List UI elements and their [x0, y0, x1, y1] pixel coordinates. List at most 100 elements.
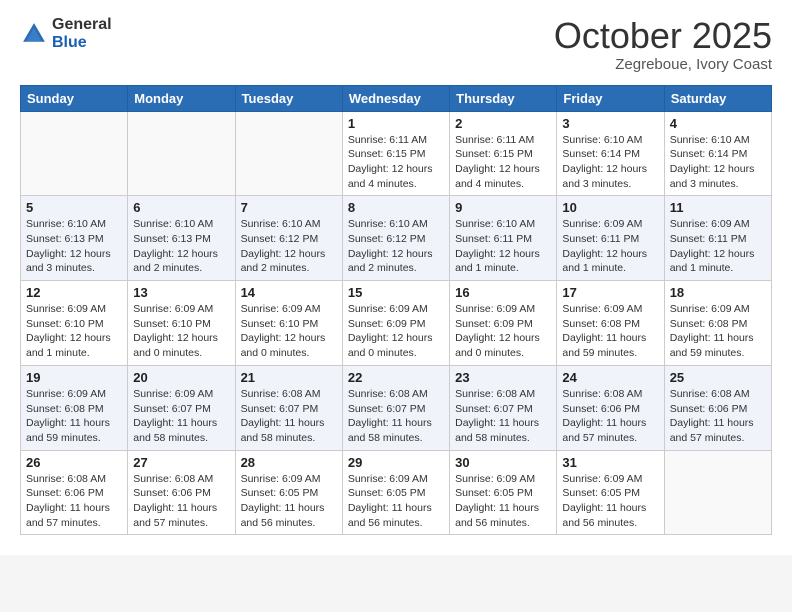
table-row: 13Sunrise: 6:09 AM Sunset: 6:10 PM Dayli…	[128, 281, 235, 366]
table-row: 8Sunrise: 6:10 AM Sunset: 6:12 PM Daylig…	[342, 196, 449, 281]
logo-general-text: General	[52, 16, 112, 34]
header-wednesday: Wednesday	[342, 85, 449, 111]
day-info: Sunrise: 6:08 AM Sunset: 6:06 PM Dayligh…	[562, 387, 658, 446]
table-row: 20 Sunrise: 6:09 AM Sunset: 6:07 PM Dayli…	[128, 365, 235, 450]
day-number: 20	[133, 370, 229, 385]
logo-icon	[20, 20, 48, 48]
day-info: Sunrise: 6:09 AM Sunset: 6:10 PM Dayligh…	[133, 302, 229, 361]
day-number: 19	[26, 370, 122, 385]
day-info: Sunrise: 6:09 AM Sunset: 6:05 PM Dayligh…	[455, 472, 551, 531]
page: General Blue October 2025 Zegreboue, Ivo…	[0, 0, 792, 555]
table-row: 22 Sunrise: 6:08 AM Sunset: 6:07 PM Dayli…	[342, 365, 449, 450]
day-info: Sunrise: 6:10 AM Sunset: 6:11 PM Dayligh…	[455, 217, 551, 276]
day-number: 16	[455, 285, 551, 300]
table-row: 2 Sunrise: 6:11 AM Sunset: 6:15 PM Daylig…	[450, 111, 557, 196]
table-row: 9 Sunrise: 6:10 AM Sunset: 6:11 PM Daylig…	[450, 196, 557, 281]
day-info: Sunrise: 6:09 AM Sunset: 6:11 PM Dayligh…	[562, 217, 658, 276]
day-info: Sunrise: 6:09 AM Sunset: 6:08 PM Dayligh…	[26, 387, 122, 446]
table-row	[664, 450, 771, 535]
location-subtitle: Zegreboue, Ivory Coast	[554, 56, 772, 73]
day-number: 3	[562, 116, 658, 131]
table-row: 31 Sunrise: 6:09 AM Sunset: 6:05 PM Dayli…	[557, 450, 664, 535]
day-info: Sunrise: 6:09 AM Sunset: 6:10 PM Dayligh…	[241, 302, 337, 361]
table-row: 11 Sunrise: 6:09 AM Sunset: 6:11 PM Dayli…	[664, 196, 771, 281]
table-row: 7Sunrise: 6:10 AM Sunset: 6:12 PM Daylig…	[235, 196, 342, 281]
day-info: Sunrise: 6:09 AM Sunset: 6:11 PM Dayligh…	[670, 217, 766, 276]
day-info: Sunrise: 6:08 AM Sunset: 6:06 PM Dayligh…	[670, 387, 766, 446]
header-thursday: Thursday	[450, 85, 557, 111]
calendar-week-row: 19 Sunrise: 6:09 AM Sunset: 6:08 PM Dayli…	[21, 365, 772, 450]
day-info: Sunrise: 6:08 AM Sunset: 6:06 PM Dayligh…	[26, 472, 122, 531]
day-info: Sunrise: 6:09 AM Sunset: 6:05 PM Dayligh…	[241, 472, 337, 531]
month-title: October 2025	[554, 16, 772, 56]
day-info: Sunrise: 6:08 AM Sunset: 6:07 PM Dayligh…	[241, 387, 337, 446]
header-tuesday: Tuesday	[235, 85, 342, 111]
day-number: 18	[670, 285, 766, 300]
table-row: 12Sunrise: 6:09 AM Sunset: 6:10 PM Dayli…	[21, 281, 128, 366]
day-info: Sunrise: 6:09 AM Sunset: 6:08 PM Dayligh…	[670, 302, 766, 361]
table-row: 1 Sunrise: 6:11 AM Sunset: 6:15 PM Daylig…	[342, 111, 449, 196]
day-number: 22	[348, 370, 444, 385]
logo: General Blue	[20, 16, 112, 51]
day-info: Sunrise: 6:08 AM Sunset: 6:06 PM Dayligh…	[133, 472, 229, 531]
table-row: 3Sunrise: 6:10 AM Sunset: 6:14 PM Daylig…	[557, 111, 664, 196]
table-row: 15Sunrise: 6:09 AM Sunset: 6:09 PM Dayli…	[342, 281, 449, 366]
header-friday: Friday	[557, 85, 664, 111]
day-info: Sunrise: 6:09 AM Sunset: 6:08 PM Dayligh…	[562, 302, 658, 361]
day-number: 11	[670, 200, 766, 215]
day-info: Sunrise: 6:11 AM Sunset: 6:15 PM Dayligh…	[455, 133, 551, 192]
table-row: 30 Sunrise: 6:09 AM Sunset: 6:05 PM Dayli…	[450, 450, 557, 535]
day-number: 10	[562, 200, 658, 215]
logo-text: General Blue	[52, 16, 112, 51]
table-row: 19 Sunrise: 6:09 AM Sunset: 6:08 PM Dayli…	[21, 365, 128, 450]
day-info: Sunrise: 6:09 AM Sunset: 6:05 PM Dayligh…	[562, 472, 658, 531]
table-row: 24Sunrise: 6:08 AM Sunset: 6:06 PM Dayli…	[557, 365, 664, 450]
day-info: Sunrise: 6:09 AM Sunset: 6:07 PM Dayligh…	[133, 387, 229, 446]
calendar-week-row: 12Sunrise: 6:09 AM Sunset: 6:10 PM Dayli…	[21, 281, 772, 366]
day-number: 25	[670, 370, 766, 385]
day-number: 31	[562, 455, 658, 470]
day-number: 23	[455, 370, 551, 385]
day-number: 2	[455, 116, 551, 131]
table-row: 27Sunrise: 6:08 AM Sunset: 6:06 PM Dayli…	[128, 450, 235, 535]
day-info: Sunrise: 6:08 AM Sunset: 6:07 PM Dayligh…	[348, 387, 444, 446]
day-info: Sunrise: 6:08 AM Sunset: 6:07 PM Dayligh…	[455, 387, 551, 446]
header-saturday: Saturday	[664, 85, 771, 111]
calendar-week-row: 26 Sunrise: 6:08 AM Sunset: 6:06 PM Dayli…	[21, 450, 772, 535]
day-number: 5	[26, 200, 122, 215]
day-number: 6	[133, 200, 229, 215]
weekday-header-row: Sunday Monday Tuesday Wednesday Thursday…	[21, 85, 772, 111]
table-row: 29Sunrise: 6:09 AM Sunset: 6:05 PM Dayli…	[342, 450, 449, 535]
calendar-week-row: 5 Sunrise: 6:10 AM Sunset: 6:13 PM Daylig…	[21, 196, 772, 281]
day-info: Sunrise: 6:10 AM Sunset: 6:13 PM Dayligh…	[133, 217, 229, 276]
header-monday: Monday	[128, 85, 235, 111]
day-number: 1	[348, 116, 444, 131]
table-row	[128, 111, 235, 196]
day-info: Sunrise: 6:10 AM Sunset: 6:12 PM Dayligh…	[241, 217, 337, 276]
day-number: 26	[26, 455, 122, 470]
calendar: Sunday Monday Tuesday Wednesday Thursday…	[20, 85, 772, 536]
day-info: Sunrise: 6:09 AM Sunset: 6:05 PM Dayligh…	[348, 472, 444, 531]
day-number: 30	[455, 455, 551, 470]
table-row: 26 Sunrise: 6:08 AM Sunset: 6:06 PM Dayli…	[21, 450, 128, 535]
day-info: Sunrise: 6:09 AM Sunset: 6:09 PM Dayligh…	[455, 302, 551, 361]
day-info: Sunrise: 6:09 AM Sunset: 6:10 PM Dayligh…	[26, 302, 122, 361]
day-info: Sunrise: 6:10 AM Sunset: 6:13 PM Dayligh…	[26, 217, 122, 276]
table-row: 18 Sunrise: 6:09 AM Sunset: 6:08 PM Dayli…	[664, 281, 771, 366]
table-row: 17 Sunrise: 6:09 AM Sunset: 6:08 PM Dayli…	[557, 281, 664, 366]
day-info: Sunrise: 6:10 AM Sunset: 6:14 PM Dayligh…	[670, 133, 766, 192]
table-row: 10 Sunrise: 6:09 AM Sunset: 6:11 PM Dayli…	[557, 196, 664, 281]
table-row	[235, 111, 342, 196]
table-row: 5 Sunrise: 6:10 AM Sunset: 6:13 PM Daylig…	[21, 196, 128, 281]
table-row: 23 Sunrise: 6:08 AM Sunset: 6:07 PM Dayli…	[450, 365, 557, 450]
day-info: Sunrise: 6:10 AM Sunset: 6:12 PM Dayligh…	[348, 217, 444, 276]
day-number: 14	[241, 285, 337, 300]
day-number: 9	[455, 200, 551, 215]
table-row: 16 Sunrise: 6:09 AM Sunset: 6:09 PM Dayli…	[450, 281, 557, 366]
day-info: Sunrise: 6:11 AM Sunset: 6:15 PM Dayligh…	[348, 133, 444, 192]
header: General Blue October 2025 Zegreboue, Ivo…	[20, 16, 772, 73]
day-number: 17	[562, 285, 658, 300]
day-number: 21	[241, 370, 337, 385]
table-row	[21, 111, 128, 196]
header-sunday: Sunday	[21, 85, 128, 111]
